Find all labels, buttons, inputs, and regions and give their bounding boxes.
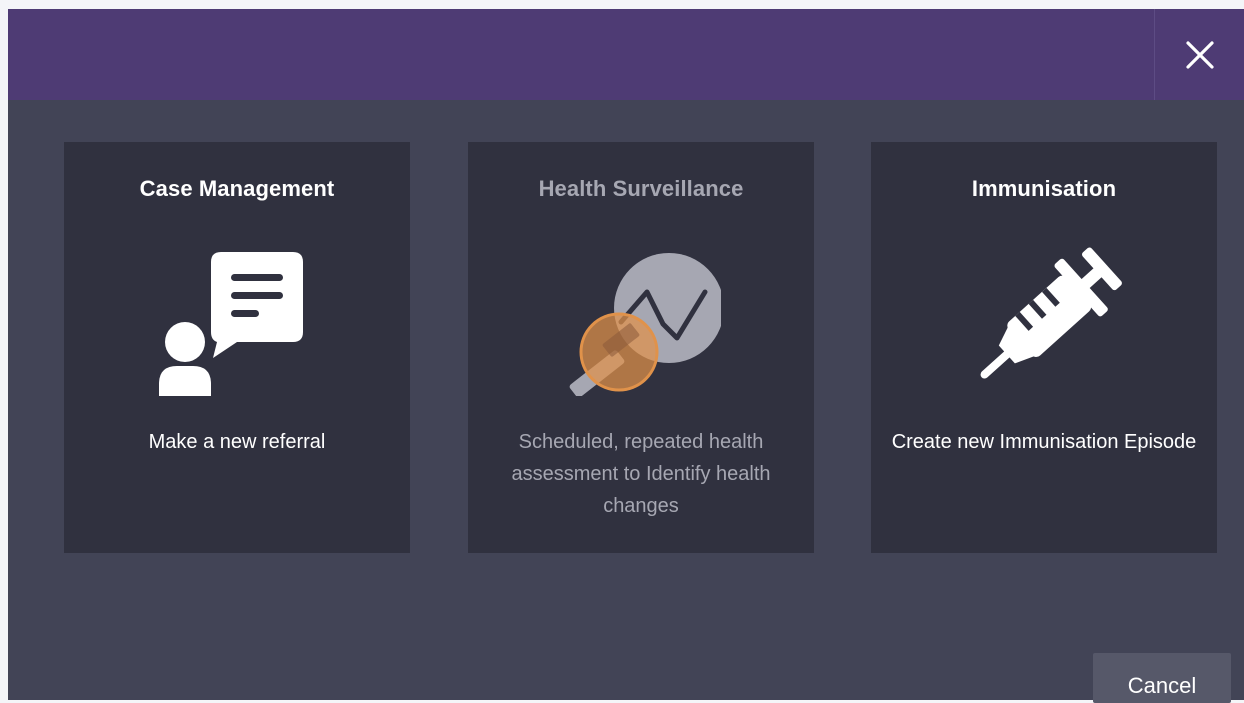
episode-type-cards: Case Management Make a new referral Heal… (8, 142, 1244, 553)
case-management-card[interactable]: Case Management Make a new referral (64, 142, 410, 553)
card-title: Case Management (139, 176, 335, 201)
card-title: Health Surveillance (538, 176, 744, 201)
modal-header (8, 9, 1244, 100)
referral-chat-icon (159, 252, 303, 396)
close-button[interactable] (1154, 9, 1244, 100)
new-episode-modal: Case Management Make a new referral Heal… (8, 9, 1244, 700)
health-surveillance-card[interactable]: Health Surveillance Scheduled, repeated … (468, 142, 814, 553)
card-description: Make a new referral (148, 431, 326, 453)
cancel-button[interactable]: Cancel (1093, 653, 1231, 703)
close-icon (1185, 40, 1214, 69)
immunisation-card[interactable]: Immunisation Create new Immunisation Epi… (871, 142, 1217, 553)
card-description: Scheduled, repeated health assessment to… (511, 431, 771, 517)
syringe-icon (980, 247, 1122, 379)
card-description: Create new Immunisation Episode (891, 431, 1197, 453)
card-title: Immunisation (971, 176, 1117, 201)
health-surveillance-chart-icon (569, 253, 721, 396)
